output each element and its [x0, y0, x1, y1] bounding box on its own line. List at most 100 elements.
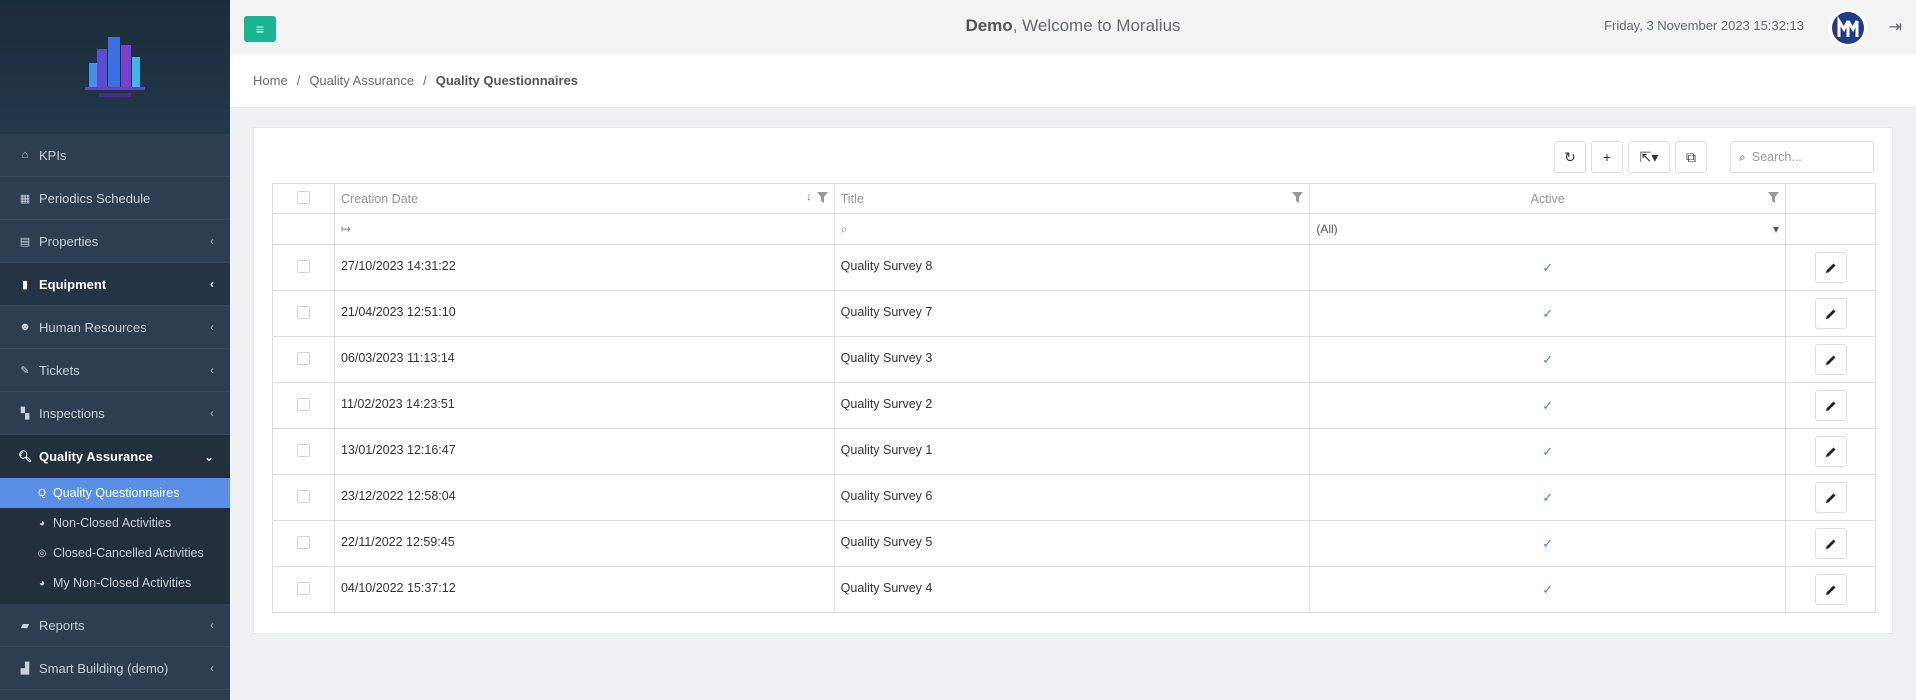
pencil-icon — [1825, 585, 1835, 595]
row-checkbox[interactable] — [296, 305, 310, 319]
select-all-header[interactable] — [272, 183, 335, 214]
row-select-cell[interactable] — [272, 336, 335, 383]
row-checkbox[interactable] — [296, 443, 310, 457]
filter-icon[interactable] — [816, 192, 828, 203]
logout-icon[interactable]: ⇥ — [1889, 17, 1902, 37]
checkmark-icon: ✓ — [1542, 259, 1554, 275]
table-row[interactable]: 21/04/2023 12:51:10 Quality Survey 7 ✓ — [272, 290, 1876, 337]
column-header-active[interactable]: Active — [1309, 183, 1787, 214]
column-header-creation-date[interactable]: Creation Date ↓ — [333, 183, 835, 214]
edit-button[interactable] — [1814, 436, 1847, 467]
column-chooser-button[interactable]: ⧉ — [1675, 141, 1707, 173]
row-select-cell[interactable] — [272, 520, 335, 567]
sidebar-subitem-non-closed-activities[interactable]: ◕ Non-Closed Activities — [0, 508, 230, 538]
row-checkbox[interactable] — [296, 581, 310, 595]
edit-button[interactable] — [1814, 344, 1847, 375]
table-row[interactable]: 22/11/2022 12:59:45 Quality Survey 5 ✓ — [272, 520, 1876, 567]
edit-button[interactable] — [1814, 574, 1847, 605]
table-row[interactable]: 13/01/2023 12:16:47 Quality Survey 1 ✓ — [272, 428, 1876, 475]
sidebar-item-label: Inspections — [39, 405, 105, 421]
row-select-cell[interactable] — [272, 428, 335, 475]
export-button[interactable]: ⇱▾ — [1628, 141, 1670, 173]
sidebar-item-kpis[interactable]: ⌂ KPIs — [0, 134, 230, 177]
cell-active: ✓ — [1309, 474, 1787, 521]
sidebar-item-quality-assurance[interactable]: 🔍︎ Quality Assurance ⌄ — [0, 435, 230, 478]
row-checkbox[interactable] — [296, 259, 310, 273]
filter-active[interactable]: (All) ▾ — [1309, 213, 1787, 245]
row-select-cell[interactable] — [272, 566, 335, 613]
row-checkbox[interactable] — [296, 397, 310, 411]
cell-actions — [1785, 382, 1876, 429]
sidebar-item-tickets[interactable]: ✎ Tickets ‹ — [0, 349, 230, 392]
row-select-cell[interactable] — [272, 382, 335, 429]
edit-button[interactable] — [1814, 252, 1847, 283]
sidebar-subitem-quality-questionnaires[interactable]: Q Quality Questionnaires — [0, 478, 230, 508]
cell-active: ✓ — [1309, 382, 1787, 429]
row-select-cell[interactable] — [272, 244, 335, 291]
edit-button[interactable] — [1814, 528, 1847, 559]
sidebar-item-label: Equipment — [39, 276, 107, 292]
table-row[interactable]: 27/10/2023 14:31:22 Quality Survey 8 ✓ — [272, 244, 1876, 291]
filter-icon[interactable] — [1768, 192, 1780, 203]
add-button[interactable]: + — [1591, 141, 1623, 173]
sidebar-item-label: Periodics Schedule — [39, 190, 151, 206]
company-logo-icon — [1832, 12, 1864, 44]
sidebar-item-human-resources[interactable]: ☻ Human Resources ‹ — [0, 306, 230, 349]
chevron-left-icon: ‹ — [210, 661, 214, 675]
table-row[interactable]: 11/02/2023 14:23:51 Quality Survey 2 ✓ — [272, 382, 1876, 429]
row-select-cell[interactable] — [272, 474, 335, 521]
sidebar-item-reports[interactable]: ▰ Reports ‹ — [0, 604, 230, 647]
sidebar-subitem-label: Closed-Cancelled Activities — [53, 546, 204, 560]
edit-button[interactable] — [1814, 482, 1847, 513]
filter-creation-date[interactable]: ↦ — [333, 213, 835, 245]
cell-actions — [1785, 428, 1876, 475]
cell-title: Quality Survey 4 — [833, 566, 1311, 613]
chevron-left-icon: ‹ — [210, 363, 214, 377]
welcome-text: , Welcome to Moralius — [1012, 16, 1181, 35]
row-checkbox[interactable] — [296, 535, 310, 549]
play-circle-icon: ◕ — [38, 577, 46, 589]
cell-creation-date: 04/10/2022 15:37:12 — [333, 566, 835, 613]
edit-button[interactable] — [1814, 298, 1847, 329]
sidebar-item-inspections[interactable]: ▚ Inspections ‹ — [0, 392, 230, 435]
sidebar-item-properties[interactable]: ▤ Properties ‹ — [0, 220, 230, 263]
check-circle-icon: ◎ — [37, 547, 47, 559]
sidebar-item-smart-building[interactable]: ▟ Smart Building (demo) ‹ — [0, 647, 230, 690]
row-checkbox[interactable] — [296, 489, 310, 503]
plus-icon: + — [1602, 149, 1612, 165]
row-checkbox[interactable] — [296, 351, 310, 365]
sidebar-subitem-closed-cancelled-activities[interactable]: ◎ Closed-Cancelled Activities — [0, 538, 230, 568]
main-panel: ↻ + ⇱▾ ⧉ ⌕ Search... Creation Date ↓ Tit… — [253, 127, 1893, 634]
filter-icon[interactable] — [1292, 192, 1304, 203]
select-all-checkbox[interactable] — [296, 190, 310, 204]
date-range-icon: ↦ — [340, 222, 352, 236]
current-datetime: Friday, 3 November 2023 15:32:13 — [1604, 18, 1804, 33]
breadcrumb: Home / Quality Assurance / Quality Quest… — [230, 54, 1916, 108]
sidebar-item-equipment[interactable]: ▮ Equipment ‹ — [0, 263, 230, 306]
edit-button[interactable] — [1814, 390, 1847, 421]
column-header-title[interactable]: Title — [833, 183, 1311, 214]
column-header-actions — [1785, 183, 1876, 214]
breadcrumb-home[interactable]: Home — [253, 73, 288, 88]
column-header-label: Creation Date — [340, 191, 419, 206]
row-select-cell[interactable] — [272, 290, 335, 337]
cell-active: ✓ — [1309, 520, 1787, 567]
filter-title[interactable]: ⌕ — [833, 213, 1311, 245]
checkmark-icon: ✓ — [1542, 351, 1554, 367]
pencil-icon — [1825, 447, 1835, 457]
checkmark-icon: ✓ — [1542, 443, 1554, 459]
table-row[interactable]: 06/03/2023 11:13:14 Quality Survey 3 ✓ — [272, 336, 1876, 383]
search-input[interactable]: ⌕ Search... — [1730, 141, 1874, 173]
refresh-button[interactable]: ↻ — [1554, 141, 1586, 173]
avatar[interactable] — [1828, 9, 1868, 47]
sidebar-subitem-my-non-closed-activities[interactable]: ◕ My Non-Closed Activities — [0, 568, 230, 598]
pencil-icon — [1825, 263, 1835, 273]
search-icon: ⌕ — [1739, 149, 1746, 164]
breadcrumb-section[interactable]: Quality Assurance — [309, 73, 414, 88]
table-row[interactable]: 23/12/2022 12:58:04 Quality Survey 6 ✓ — [272, 474, 1876, 521]
search-icon: Q — [38, 487, 46, 499]
sidebar-item-periodics-schedule[interactable]: ▦ Periodics Schedule — [0, 177, 230, 220]
cell-active: ✓ — [1309, 566, 1787, 613]
cell-active: ✓ — [1309, 244, 1787, 291]
table-row[interactable]: 04/10/2022 15:37:12 Quality Survey 4 ✓ — [272, 566, 1876, 613]
